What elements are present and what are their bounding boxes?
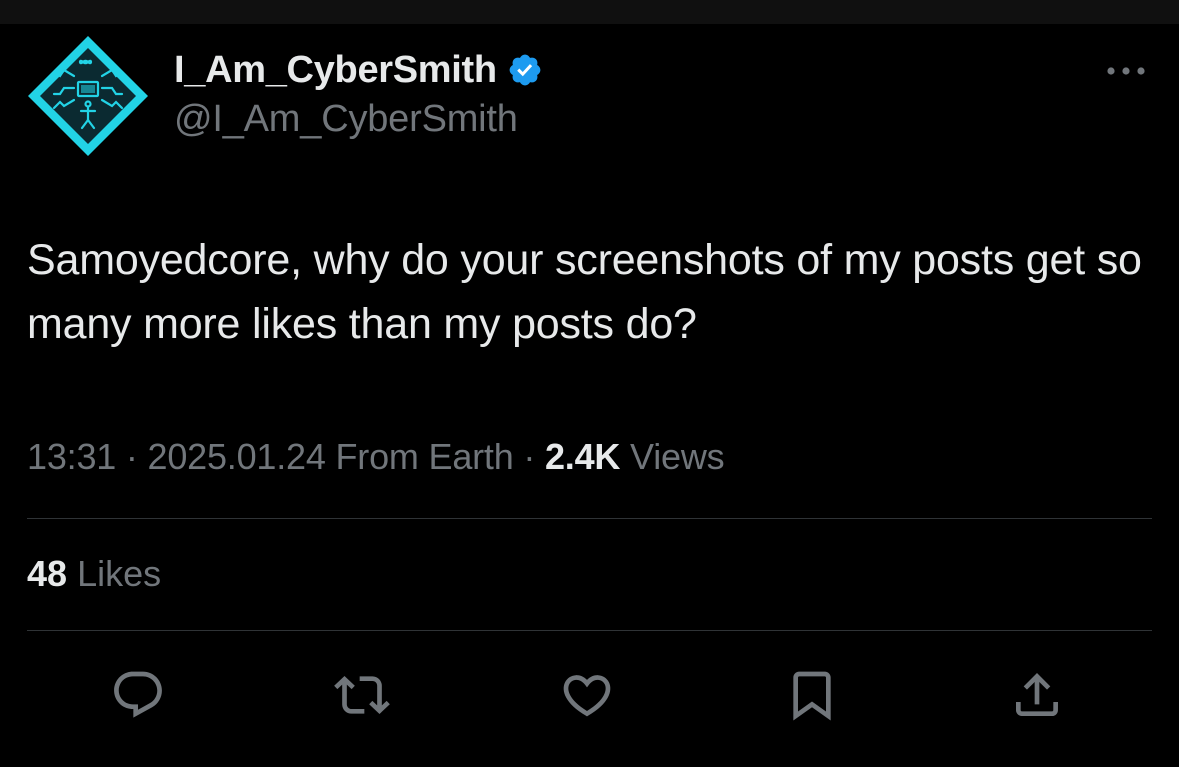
divider (27, 630, 1152, 631)
author-display-name[interactable]: I_Am_CyberSmith (174, 49, 497, 92)
post-date[interactable]: 2025.01.24 (148, 436, 326, 477)
repost-icon (334, 676, 390, 714)
likes-label: Likes (77, 553, 162, 594)
post-time[interactable]: 13:31 (27, 436, 116, 477)
heart-icon (563, 675, 611, 717)
divider (27, 518, 1152, 519)
likes-summary[interactable]: 48 Likes (27, 553, 161, 595)
verified-badge-icon[interactable] (507, 52, 543, 88)
meta-separator: · (523, 436, 536, 477)
more-options-icon (1107, 67, 1145, 75)
share-icon (1016, 673, 1058, 716)
author-handle[interactable]: @I_Am_CyberSmith (174, 98, 518, 141)
author-name-row: I_Am_CyberSmith (174, 46, 543, 94)
post-text: Samoyedcore, why do your screenshots of … (27, 236, 1142, 348)
bookmark-button[interactable] (777, 660, 847, 730)
reply-button[interactable] (103, 660, 173, 730)
avatar[interactable] (24, 32, 152, 160)
action-bar (0, 660, 1179, 730)
meta-separator: · (125, 436, 138, 477)
top-status-strip (0, 0, 1179, 24)
repost-button[interactable] (327, 660, 397, 730)
likes-count: 48 (27, 553, 68, 594)
reply-icon (114, 671, 162, 718)
bookmark-icon (793, 671, 831, 721)
post-location: From Earth (335, 436, 514, 477)
views-label: Views (630, 436, 725, 477)
cyber-diamond-avatar-icon (28, 36, 148, 156)
views-count: 2.4K (544, 436, 621, 477)
share-button[interactable] (1002, 660, 1072, 730)
post-metadata: 13:31 · 2025.01.24 From Earth · 2.4K Vie… (27, 436, 725, 478)
more-options-button[interactable] (1100, 56, 1152, 86)
like-button[interactable] (552, 660, 622, 730)
